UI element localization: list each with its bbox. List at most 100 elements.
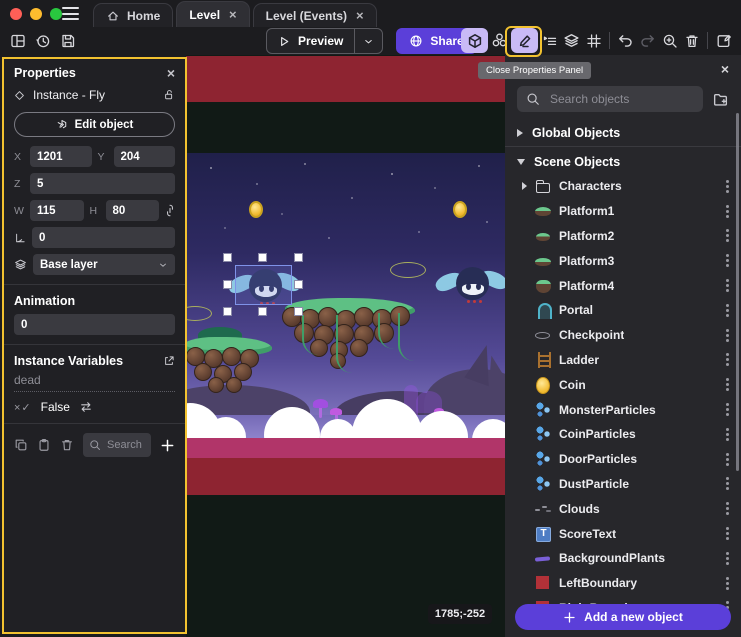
object-list-item[interactable]: LeftBoundary	[505, 571, 741, 596]
kebab-menu-icon[interactable]	[726, 408, 729, 411]
layers-icon[interactable]	[561, 28, 582, 53]
zoom-button[interactable]	[50, 8, 62, 20]
selection-handle[interactable]	[258, 253, 267, 262]
add-variable-icon[interactable]	[160, 438, 175, 453]
asset-store-icon[interactable]	[489, 28, 510, 53]
add-folder-icon[interactable]	[712, 91, 729, 108]
width-input[interactable]	[30, 200, 84, 221]
object-list-item[interactable]: BackgroundPlants	[505, 546, 741, 571]
variable-value[interactable]: False	[41, 400, 70, 414]
close-properties-icon[interactable]: ×	[167, 66, 175, 80]
global-objects-section[interactable]: Global Objects	[505, 120, 741, 145]
scene-notes-icon[interactable]	[713, 28, 734, 53]
z-input[interactable]	[30, 173, 175, 194]
coin-sprite[interactable]	[453, 201, 467, 218]
kebab-menu-icon[interactable]	[726, 210, 729, 213]
object-list-item[interactable]: DustParticle	[505, 472, 741, 497]
trash-icon[interactable]	[60, 438, 74, 452]
close-tab-icon[interactable]: ×	[229, 8, 237, 21]
objects-scrollbar[interactable]	[736, 113, 739, 471]
panels-layout-icon[interactable]	[7, 28, 28, 53]
selection-handle[interactable]	[223, 280, 232, 289]
unlock-icon[interactable]	[163, 89, 175, 101]
redo-icon[interactable]	[637, 28, 658, 53]
object-list-item[interactable]: CoinParticles	[505, 422, 741, 447]
kebab-menu-icon[interactable]	[726, 383, 729, 386]
hamburger-menu-icon[interactable]	[62, 7, 79, 20]
selection-handle[interactable]	[294, 253, 303, 262]
copy-icon[interactable]	[14, 438, 28, 452]
object-list-item[interactable]: Clouds	[505, 496, 741, 521]
add-new-object-button[interactable]: Add a new object	[515, 604, 731, 630]
fly-monster[interactable]	[444, 265, 500, 307]
object-list-item[interactable]: Portal	[505, 298, 741, 323]
object-list-item[interactable]: MonsterParticles	[505, 397, 741, 422]
save-icon[interactable]	[57, 28, 78, 53]
open-external-icon[interactable]	[163, 355, 175, 367]
preview-button[interactable]: Preview	[267, 34, 354, 48]
grid-icon[interactable]	[583, 28, 604, 53]
kebab-menu-icon[interactable]	[726, 259, 729, 262]
selection-handle[interactable]	[223, 253, 232, 262]
coin-sprite[interactable]	[249, 201, 263, 218]
object-list-item[interactable]: DoorParticles	[505, 447, 741, 472]
kebab-menu-icon[interactable]	[726, 532, 729, 535]
bottom-boundary-object[interactable]	[186, 458, 505, 495]
trash-icon[interactable]	[681, 28, 702, 53]
object-list-item[interactable]: ScoreText	[505, 521, 741, 546]
objects-search[interactable]	[517, 86, 703, 112]
object-list-item[interactable]: Platform1	[505, 199, 741, 224]
top-boundary-object[interactable]	[186, 56, 505, 102]
instances-list-icon[interactable]	[539, 28, 560, 53]
variables-search-input[interactable]	[105, 438, 145, 452]
selection-handle[interactable]	[294, 280, 303, 289]
tab-level-events[interactable]: Level (Events) ×	[253, 3, 377, 27]
paste-clipboard-icon[interactable]	[37, 438, 51, 452]
angle-input[interactable]	[32, 227, 175, 248]
close-button[interactable]	[10, 8, 22, 20]
object-list-item[interactable]: Characters	[505, 174, 741, 199]
tab-level[interactable]: Level ×	[176, 1, 249, 27]
object-list-item[interactable]: Checkpoint	[505, 323, 741, 348]
object-list-item[interactable]: Ladder	[505, 348, 741, 373]
kebab-menu-icon[interactable]	[726, 482, 729, 485]
object-list-item[interactable]: Platform3	[505, 248, 741, 273]
object-list-item[interactable]: Coin	[505, 372, 741, 397]
y-input[interactable]	[114, 146, 176, 167]
kebab-menu-icon[interactable]	[726, 433, 729, 436]
checkpoint-outline[interactable]	[390, 262, 426, 278]
layer-select[interactable]: Base layer	[33, 254, 175, 275]
preview-dropdown-chevron-icon[interactable]	[355, 36, 382, 47]
kebab-menu-icon[interactable]	[726, 185, 729, 188]
scene-canvas[interactable]: 1785;-252	[186, 55, 505, 637]
kebab-menu-icon[interactable]	[726, 309, 729, 312]
objects-3d-cube-icon[interactable]	[461, 28, 488, 53]
history-icon[interactable]	[32, 28, 53, 53]
close-tab-icon[interactable]: ×	[356, 9, 364, 22]
object-list-item[interactable]: Platform2	[505, 224, 741, 249]
kebab-menu-icon[interactable]	[726, 234, 729, 237]
selection-handle[interactable]	[223, 307, 232, 316]
edit-object-button[interactable]: Edit object	[14, 112, 175, 137]
animation-input[interactable]	[14, 314, 175, 335]
scene-objects-section[interactable]: Scene Objects	[505, 149, 741, 174]
selection-handle[interactable]	[294, 307, 303, 316]
caret-right-icon[interactable]	[522, 182, 527, 190]
kebab-menu-icon[interactable]	[726, 334, 729, 337]
lock-aspect-ratio-icon[interactable]	[165, 204, 175, 217]
swap-value-icon[interactable]	[79, 401, 93, 413]
kebab-menu-icon[interactable]	[726, 507, 729, 510]
kebab-menu-icon[interactable]	[726, 458, 729, 461]
x-input[interactable]	[30, 146, 92, 167]
preview-split-button[interactable]: Preview	[266, 28, 383, 54]
kebab-menu-icon[interactable]	[726, 557, 729, 560]
undo-icon[interactable]	[615, 28, 636, 53]
close-objects-panel-icon[interactable]: ×	[721, 62, 729, 76]
kebab-menu-icon[interactable]	[726, 358, 729, 361]
kebab-menu-icon[interactable]	[726, 284, 729, 287]
selection-handle[interactable]	[258, 307, 267, 316]
height-input[interactable]	[106, 200, 160, 221]
zoom-in-icon[interactable]	[659, 28, 680, 53]
minimize-button[interactable]	[30, 8, 42, 20]
bottom-boundary-pink[interactable]	[186, 438, 505, 458]
